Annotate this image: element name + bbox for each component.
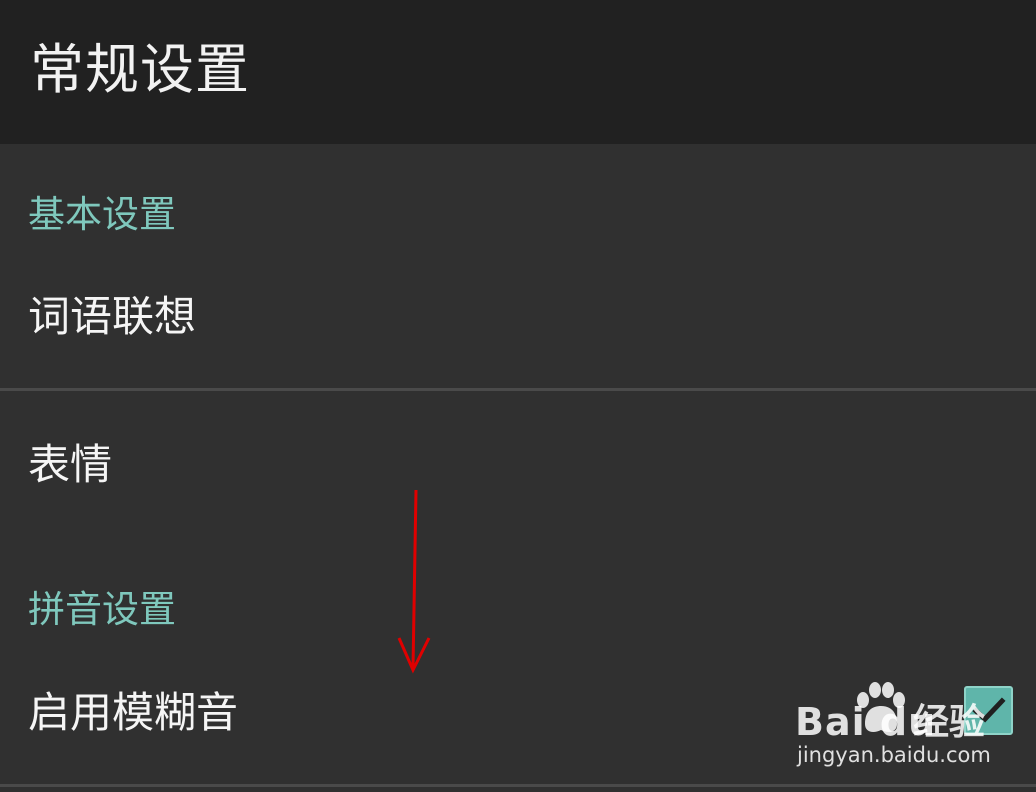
annotation-arrow <box>397 489 431 674</box>
watermark-product: 经验 <box>913 702 986 743</box>
baidu-jingyan-watermark: Bai du 经验 jingyan.baidu.com <box>795 680 1025 772</box>
watermark-url: jingyan.baidu.com <box>797 743 991 767</box>
